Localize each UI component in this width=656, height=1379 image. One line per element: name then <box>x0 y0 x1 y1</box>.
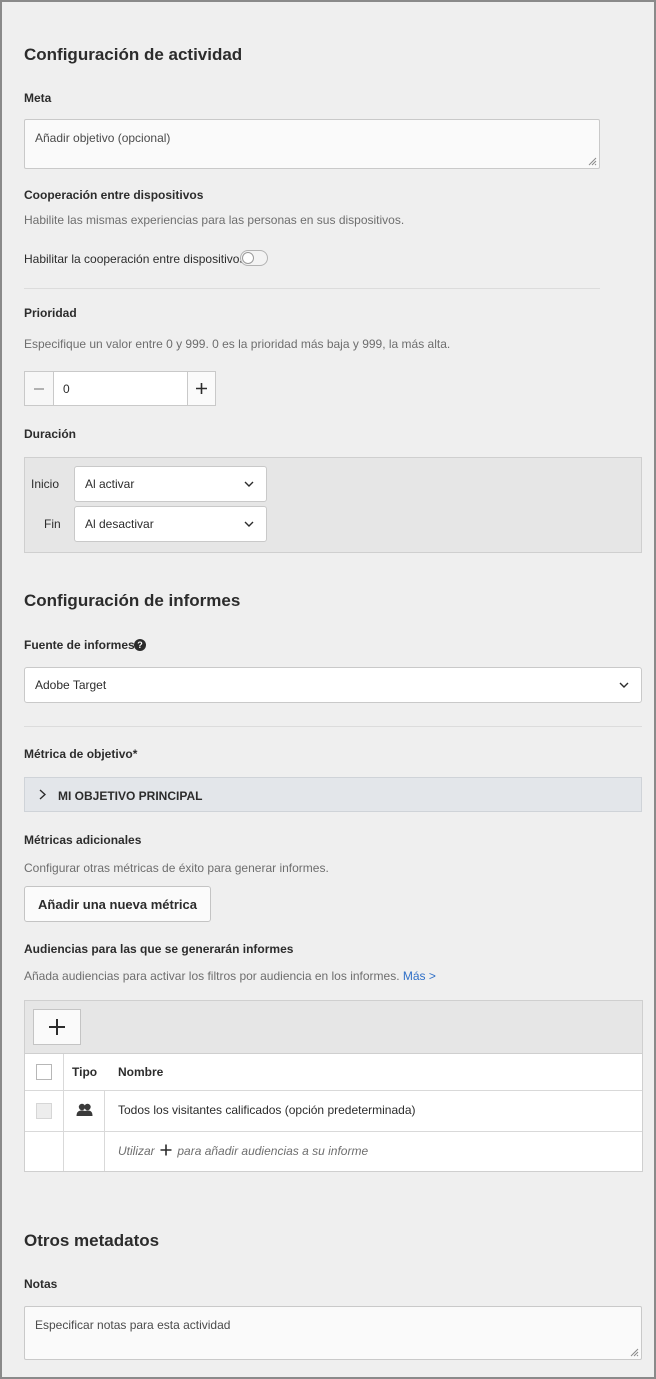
chevron-down-icon <box>244 481 254 487</box>
table-hint-row: Utilizar para añadir audiencias a su inf… <box>25 1132 642 1171</box>
audiences-label: Audiencias para las que se generarán inf… <box>24 942 294 956</box>
table-header-row: Tipo Nombre <box>25 1054 642 1090</box>
plus-icon <box>160 1144 172 1156</box>
start-select-value: Al activar <box>85 477 135 491</box>
start-select[interactable]: Al activar <box>74 466 267 502</box>
plus-icon <box>196 383 207 394</box>
table-hint: Utilizar para añadir audiencias a su inf… <box>118 1144 368 1158</box>
audience-name: Todos los visitantes calificados (opción… <box>118 1103 416 1117</box>
reporting-source-value: Adobe Target <box>35 678 107 692</box>
section-divider <box>24 726 642 727</box>
end-select[interactable]: Al desactivar <box>74 506 267 542</box>
column-divider <box>104 1090 105 1171</box>
audiences-toolbar <box>25 1001 642 1054</box>
resize-grip-icon[interactable] <box>630 1348 639 1357</box>
cross-device-description: Habilite las mismas experiencias para la… <box>24 213 405 227</box>
row-checkbox <box>36 1103 52 1119</box>
priority-decrement-button[interactable] <box>24 371 54 406</box>
audiences-table: Tipo Nombre Todos los visitantes calific… <box>24 1000 643 1172</box>
duration-panel: Inicio Al activar Fin Al desactivar <box>24 457 642 553</box>
add-metric-button[interactable]: Añadir una nueva métrica <box>24 886 211 922</box>
end-select-value: Al desactivar <box>85 517 154 531</box>
column-header-type: Tipo <box>72 1065 98 1079</box>
additional-metrics-label: Métricas adicionales <box>24 833 142 847</box>
chevron-down-icon <box>619 682 629 688</box>
priority-label: Prioridad <box>24 306 77 320</box>
column-divider <box>63 1054 64 1171</box>
notes-textarea[interactable]: Especificar notas para esta actividad <box>24 1306 642 1360</box>
hint-suffix: para añadir audiencias a su informe <box>177 1144 369 1158</box>
reporting-source-select[interactable]: Adobe Target <box>24 667 642 703</box>
audiences-description: Añada audiencias para activar los filtro… <box>24 969 436 983</box>
resize-grip-icon[interactable] <box>588 157 597 166</box>
minus-icon <box>34 387 44 390</box>
chevron-right-icon <box>39 789 46 800</box>
notes-placeholder: Especificar notas para esta actividad <box>35 1318 231 1332</box>
cross-device-toggle[interactable] <box>240 250 268 266</box>
priority-increment-button[interactable] <box>187 371 216 406</box>
goal-placeholder: Añadir objetivo (opcional) <box>35 131 171 145</box>
goal-label: Meta <box>24 91 52 105</box>
activity-settings-panel: Configuración de actividad Meta Añadir o… <box>0 0 656 1379</box>
priority-input[interactable]: 0 <box>53 371 188 406</box>
start-label: Inicio <box>31 477 60 491</box>
cross-device-toggle-label: Habilitar la cooperación entre dispositi… <box>24 252 246 266</box>
help-icon[interactable]: ? <box>134 639 146 651</box>
goal-metric-accordion[interactable]: MI OBJETIVO PRINCIPAL <box>24 777 642 812</box>
notes-label: Notas <box>24 1277 58 1291</box>
goal-metric-label: Métrica de objetivo* <box>24 747 138 761</box>
select-all-checkbox[interactable] <box>36 1064 52 1080</box>
end-label: Fin <box>44 517 61 531</box>
additional-metrics-description: Configurar otras métricas de éxito para … <box>24 861 329 875</box>
toggle-knob <box>242 252 254 264</box>
cross-device-title: Cooperación entre dispositivos <box>24 188 204 202</box>
reporting-source-label: Fuente de informes <box>24 638 135 652</box>
audiences-more-link[interactable]: Más > <box>403 969 436 983</box>
people-icon <box>76 1103 93 1116</box>
activity-settings-heading: Configuración de actividad <box>24 45 243 64</box>
section-divider <box>24 288 600 289</box>
hint-prefix: Utilizar <box>118 1144 155 1158</box>
duration-label: Duración <box>24 427 77 441</box>
goal-textarea[interactable]: Añadir objetivo (opcional) <box>24 119 600 169</box>
plus-icon <box>49 1019 65 1035</box>
goal-metric-name: MI OBJETIVO PRINCIPAL <box>58 789 203 803</box>
chevron-down-icon <box>244 521 254 527</box>
audiences-description-text: Añada audiencias para activar los filtro… <box>24 969 400 983</box>
other-metadata-heading: Otros metadatos <box>24 1231 160 1250</box>
table-row[interactable]: Todos los visitantes calificados (opción… <box>25 1091 642 1131</box>
column-header-name: Nombre <box>118 1065 164 1079</box>
add-audience-button[interactable] <box>33 1009 81 1045</box>
priority-description: Especifique un valor entre 0 y 999. 0 es… <box>24 337 451 351</box>
reporting-settings-heading: Configuración de informes <box>24 591 241 610</box>
